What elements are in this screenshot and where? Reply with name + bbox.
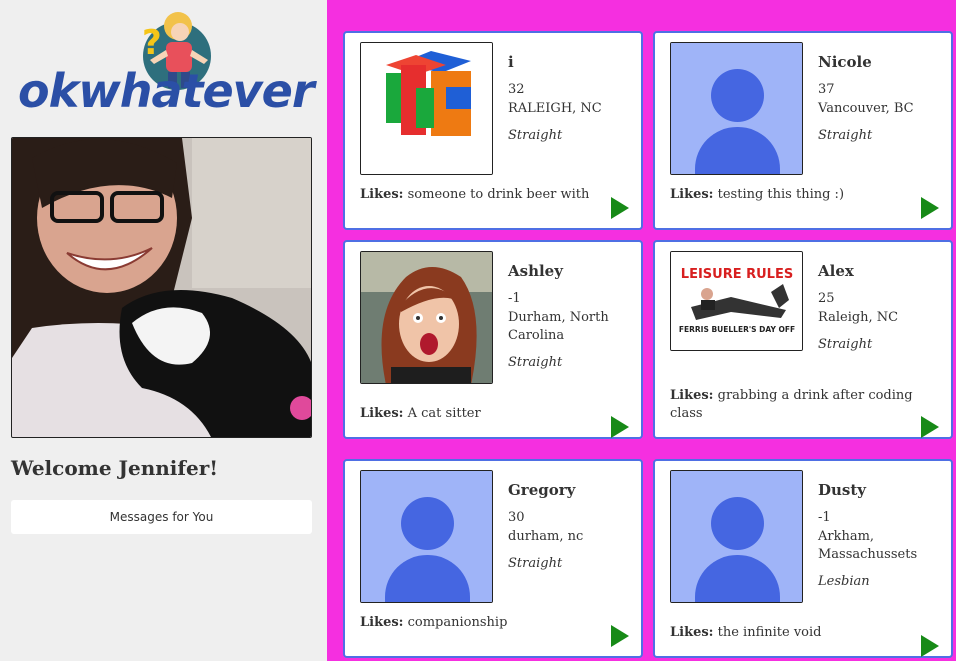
profile-age: -1	[508, 291, 521, 306]
poster-subtitle: FERRIS BUELLER'S DAY OFF	[679, 325, 795, 334]
profile-card[interactable]: Dusty -1 Arkham, Massachussets Lesbian L…	[653, 459, 953, 658]
likes-text: companionship	[407, 615, 508, 630]
likes-label: Likes:	[360, 406, 404, 421]
profile-picture	[360, 470, 493, 603]
play-icon[interactable]	[611, 197, 629, 219]
profile-age: -1	[818, 510, 831, 525]
likes-text: someone to drink beer with	[407, 187, 590, 202]
profile-likes: Likes: the infinite void	[670, 624, 940, 642]
profile-orientation: Straight	[818, 337, 873, 352]
poster-title: LEISURE RULES	[681, 267, 793, 282]
cube-logo-image	[361, 43, 492, 174]
likes-label: Likes:	[670, 625, 714, 640]
play-icon[interactable]	[611, 416, 629, 438]
profile-age: 37	[818, 82, 835, 97]
profile-likes: Likes: companionship	[360, 614, 630, 632]
play-icon[interactable]	[921, 197, 939, 219]
default-avatar-icon	[361, 471, 492, 602]
play-icon[interactable]	[611, 625, 629, 647]
profile-orientation: Lesbian	[818, 574, 870, 589]
default-avatar-icon	[671, 471, 802, 602]
profile-location: durham, nc	[508, 529, 584, 544]
profile-orientation: Straight	[508, 355, 563, 370]
user-photo-image	[12, 138, 311, 437]
likes-label: Likes:	[670, 388, 714, 403]
profile-likes: Likes: grabbing a drink after coding cla…	[670, 387, 940, 423]
profile-name: Dusty	[818, 481, 867, 499]
profile-location: Durham, North Carolina	[508, 310, 609, 343]
okwhatever-logo[interactable]: ? okwhatever	[16, 4, 316, 124]
likes-text: testing this thing :)	[717, 187, 845, 202]
play-icon[interactable]	[921, 635, 939, 657]
profile-likes: Likes: A cat sitter	[360, 405, 630, 423]
profile-card[interactable]: Ashley -1 Durham, North Carolina Straigh…	[343, 240, 643, 439]
logo-whatever-text: whatever	[78, 64, 314, 118]
profile-grid: i 32 RALEIGH, NC Straight Likes: someone…	[327, 0, 956, 661]
profile-name: Ashley	[508, 262, 563, 280]
profile-orientation: Straight	[508, 128, 563, 143]
profile-picture	[670, 42, 803, 175]
profile-card[interactable]: i 32 RALEIGH, NC Straight Likes: someone…	[343, 31, 643, 230]
profile-card[interactable]: Gregory 30 durham, nc Straight Likes: co…	[343, 459, 643, 658]
profile-picture	[360, 42, 493, 175]
profile-age: 30	[508, 510, 525, 525]
profile-location: Arkham, Massachussets	[818, 529, 918, 562]
play-icon[interactable]	[921, 416, 939, 438]
profile-location: Raleigh, NC	[818, 310, 899, 325]
profile-name: Alex	[818, 262, 854, 280]
profile-orientation: Straight	[508, 556, 563, 571]
profile-picture: LEISURE RULES FERRIS BUELLER'S DAY OFF	[670, 251, 803, 351]
movie-poster-image: LEISURE RULES FERRIS BUELLER'S DAY OFF	[671, 252, 802, 350]
profile-card[interactable]: Nicole 37 Vancouver, BC Straight Likes: …	[653, 31, 953, 230]
logo-ok-text: ok	[18, 64, 79, 118]
profile-age: 25	[818, 291, 835, 306]
sidebar: ? okwhatever Welcome Jennifer! Messages …	[0, 0, 327, 661]
profile-likes: Likes: testing this thing :)	[670, 186, 940, 204]
profile-name: i	[508, 53, 514, 71]
logo-wordmark: okwhatever	[18, 64, 315, 118]
profile-location: RALEIGH, NC	[508, 101, 602, 116]
ashley-photo-image	[361, 252, 492, 383]
default-avatar-icon	[671, 43, 802, 174]
likes-text: A cat sitter	[407, 406, 481, 421]
profile-name: Nicole	[818, 53, 872, 71]
welcome-heading: Welcome Jennifer!	[11, 456, 219, 480]
profile-picture	[670, 470, 803, 603]
likes-label: Likes:	[670, 187, 714, 202]
profile-card[interactable]: LEISURE RULES FERRIS BUELLER'S DAY OFF A…	[653, 240, 953, 439]
profile-orientation: Straight	[818, 128, 873, 143]
likes-label: Likes:	[360, 187, 404, 202]
profile-likes: Likes: someone to drink beer with	[360, 186, 630, 204]
likes-text: the infinite void	[717, 625, 822, 640]
profile-name: Gregory	[508, 481, 576, 499]
likes-label: Likes:	[360, 615, 404, 630]
profile-age: 32	[508, 82, 525, 97]
user-profile-photo[interactable]	[11, 137, 312, 438]
profile-location: Vancouver, BC	[818, 101, 914, 116]
messages-button[interactable]: Messages for You	[11, 500, 312, 534]
profile-picture	[360, 251, 493, 384]
